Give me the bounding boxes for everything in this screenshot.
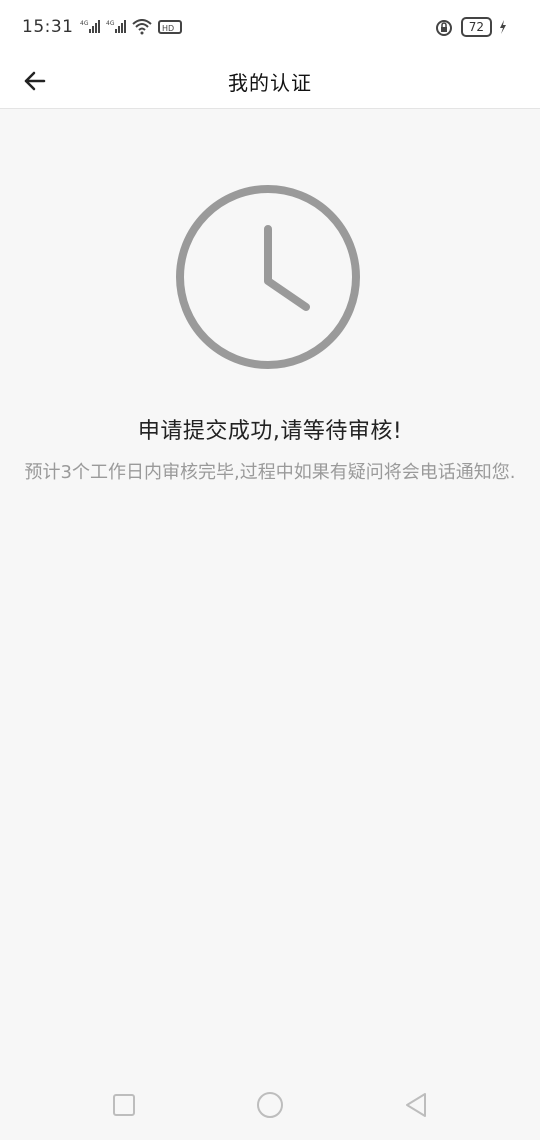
- square-icon: [113, 1094, 135, 1116]
- wifi-icon: [131, 19, 152, 35]
- main-content: 申请提交成功,请等待审核! 预计3个工作日内审核完毕,过程中如果有疑问将会电话通…: [0, 109, 540, 1077]
- svg-text:4G: 4G: [106, 20, 115, 27]
- triangle-back-icon: [406, 1093, 426, 1117]
- page-title: 我的认证: [228, 70, 312, 95]
- status-bar: 15:31 4G 4G HD 72: [0, 0, 540, 54]
- svg-text:4G: 4G: [80, 20, 89, 27]
- status-left: 15:31 4G 4G HD: [22, 17, 182, 37]
- home-button[interactable]: [256, 1091, 284, 1119]
- status-right: 72: [435, 17, 518, 37]
- circle-icon: [257, 1092, 283, 1118]
- back-button[interactable]: [12, 54, 56, 108]
- battery-level: 72: [468, 20, 484, 34]
- clock-icon: [176, 185, 360, 369]
- lock-rotation-icon: [435, 19, 455, 36]
- nav-back-button[interactable]: [402, 1091, 430, 1119]
- status-time: 15:31: [22, 17, 74, 37]
- hd-icon: HD: [157, 19, 182, 35]
- signal-4g-icon-2: 4G: [106, 19, 126, 35]
- back-arrow-icon: [24, 71, 46, 91]
- system-nav-bar: [0, 1077, 540, 1140]
- charging-icon: [498, 19, 518, 35]
- battery-indicator: 72: [460, 17, 492, 37]
- status-message-description: 预计3个工作日内审核完毕,过程中如果有疑问将会电话通知您.: [24, 462, 516, 483]
- signal-4g-icon-1: 4G: [80, 19, 100, 35]
- svg-text:HD: HD: [162, 24, 174, 33]
- recent-apps-button[interactable]: [110, 1091, 138, 1119]
- status-message-title: 申请提交成功,请等待审核!: [137, 419, 403, 444]
- app-header: 我的认证: [0, 54, 540, 109]
